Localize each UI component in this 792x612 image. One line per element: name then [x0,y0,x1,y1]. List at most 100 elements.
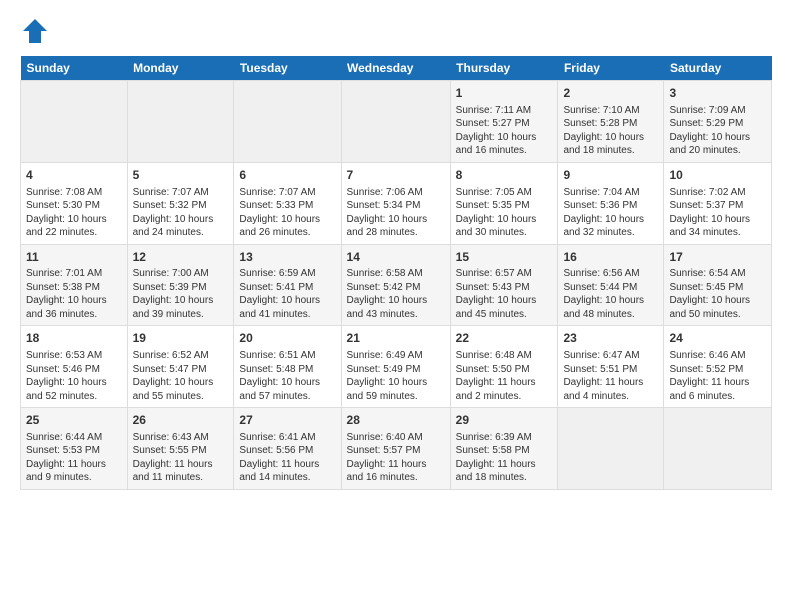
col-header-saturday: Saturday [664,56,772,81]
day-number: 13 [239,249,335,266]
calendar-cell: 12Sunrise: 7:00 AM Sunset: 5:39 PM Dayli… [127,244,234,326]
day-number: 18 [26,330,122,347]
day-info: Sunrise: 6:53 AM Sunset: 5:46 PM Dayligh… [26,349,122,403]
day-info: Sunrise: 7:09 AM Sunset: 5:29 PM Dayligh… [669,104,766,158]
day-number: 21 [347,330,445,347]
col-header-monday: Monday [127,56,234,81]
day-number: 8 [456,167,553,184]
day-info: Sunrise: 6:46 AM Sunset: 5:52 PM Dayligh… [669,349,766,403]
day-number: 11 [26,249,122,266]
calendar-cell: 24 Sunrise: 6:46 AM Sunset: 5:52 PM Dayli… [664,326,772,408]
day-number: 19 [133,330,229,347]
day-number: 5 [133,167,229,184]
day-number: 2 [563,85,658,102]
calendar-cell [234,81,341,163]
calendar-cell: 26 Sunrise: 6:43 AM Sunset: 5:55 PM Dayli… [127,408,234,490]
header-row: SundayMondayTuesdayWednesdayThursdayFrid… [21,56,772,81]
calendar-cell: 4 Sunrise: 7:08 AM Sunset: 5:30 PM Daylig… [21,162,128,244]
day-number: 14 [347,249,445,266]
calendar-cell [127,81,234,163]
calendar-cell: 22Sunrise: 6:48 AM Sunset: 5:50 PM Dayli… [450,326,558,408]
day-info: Sunrise: 7:04 AM Sunset: 5:36 PM Dayligh… [563,186,658,240]
calendar-cell: 18 Sunrise: 6:53 AM Sunset: 5:46 PM Dayli… [21,326,128,408]
day-info: Sunrise: 7:01 AM Sunset: 5:38 PM Dayligh… [26,267,122,321]
day-number: 23 [563,330,658,347]
calendar-cell: 15Sunrise: 6:57 AM Sunset: 5:43 PM Dayli… [450,244,558,326]
day-info: Sunrise: 7:07 AM Sunset: 5:32 PM Dayligh… [133,186,229,240]
day-number: 7 [347,167,445,184]
calendar-cell: 5 Sunrise: 7:07 AM Sunset: 5:32 PM Daylig… [127,162,234,244]
calendar-cell: 1 Sunrise: 7:11 AM Sunset: 5:27 PM Daylig… [450,81,558,163]
calendar-cell: 17Sunrise: 6:54 AM Sunset: 5:45 PM Dayli… [664,244,772,326]
col-header-thursday: Thursday [450,56,558,81]
calendar-cell: 23Sunrise: 6:47 AM Sunset: 5:51 PM Dayli… [558,326,664,408]
calendar-cell: 19 Sunrise: 6:52 AM Sunset: 5:47 PM Dayli… [127,326,234,408]
day-info: Sunrise: 7:06 AM Sunset: 5:34 PM Dayligh… [347,186,445,240]
calendar-cell: 14Sunrise: 6:58 AM Sunset: 5:42 PM Dayli… [341,244,450,326]
calendar-cell: 20Sunrise: 6:51 AM Sunset: 5:48 PM Dayli… [234,326,341,408]
day-info: Sunrise: 6:57 AM Sunset: 5:43 PM Dayligh… [456,267,553,321]
day-info: Sunrise: 6:39 AM Sunset: 5:58 PM Dayligh… [456,431,553,485]
week-row-5: 25 Sunrise: 6:44 AM Sunset: 5:53 PM Dayli… [21,408,772,490]
day-number: 25 [26,412,122,429]
logo-icon [20,16,50,46]
day-number: 28 [347,412,445,429]
day-number: 3 [669,85,766,102]
day-number: 10 [669,167,766,184]
calendar-cell: 16Sunrise: 6:56 AM Sunset: 5:44 PM Dayli… [558,244,664,326]
day-info: Sunrise: 7:08 AM Sunset: 5:30 PM Dayligh… [26,186,122,240]
day-info: Sunrise: 6:40 AM Sunset: 5:57 PM Dayligh… [347,431,445,485]
calendar-cell: 29 Sunrise: 6:39 AM Sunset: 5:58 PM Dayli… [450,408,558,490]
week-row-4: 18 Sunrise: 6:53 AM Sunset: 5:46 PM Dayli… [21,326,772,408]
day-info: Sunrise: 6:54 AM Sunset: 5:45 PM Dayligh… [669,267,766,321]
calendar-cell: 6Sunrise: 7:07 AM Sunset: 5:33 PM Daylig… [234,162,341,244]
calendar-cell: 7 Sunrise: 7:06 AM Sunset: 5:34 PM Daylig… [341,162,450,244]
day-number: 26 [133,412,229,429]
day-number: 9 [563,167,658,184]
day-info: Sunrise: 6:56 AM Sunset: 5:44 PM Dayligh… [563,267,658,321]
week-row-3: 11Sunrise: 7:01 AM Sunset: 5:38 PM Dayli… [21,244,772,326]
day-info: Sunrise: 6:44 AM Sunset: 5:53 PM Dayligh… [26,431,122,485]
calendar-cell [341,81,450,163]
calendar-cell: 25 Sunrise: 6:44 AM Sunset: 5:53 PM Dayli… [21,408,128,490]
calendar-cell: 9 Sunrise: 7:04 AM Sunset: 5:36 PM Daylig… [558,162,664,244]
page: SundayMondayTuesdayWednesdayThursdayFrid… [0,0,792,500]
day-info: Sunrise: 7:05 AM Sunset: 5:35 PM Dayligh… [456,186,553,240]
calendar-cell: 11Sunrise: 7:01 AM Sunset: 5:38 PM Dayli… [21,244,128,326]
calendar-cell: 27 Sunrise: 6:41 AM Sunset: 5:56 PM Dayli… [234,408,341,490]
day-number: 4 [26,167,122,184]
week-row-2: 4 Sunrise: 7:08 AM Sunset: 5:30 PM Daylig… [21,162,772,244]
calendar-table: SundayMondayTuesdayWednesdayThursdayFrid… [20,56,772,490]
day-number: 15 [456,249,553,266]
day-number: 1 [456,85,553,102]
day-info: Sunrise: 6:51 AM Sunset: 5:48 PM Dayligh… [239,349,335,403]
day-number: 29 [456,412,553,429]
logo [20,16,52,46]
day-number: 6 [239,167,335,184]
col-header-tuesday: Tuesday [234,56,341,81]
day-info: Sunrise: 6:41 AM Sunset: 5:56 PM Dayligh… [239,431,335,485]
col-header-sunday: Sunday [21,56,128,81]
day-info: Sunrise: 6:52 AM Sunset: 5:47 PM Dayligh… [133,349,229,403]
col-header-wednesday: Wednesday [341,56,450,81]
day-number: 16 [563,249,658,266]
calendar-cell: 2Sunrise: 7:10 AM Sunset: 5:28 PM Daylig… [558,81,664,163]
day-info: Sunrise: 6:43 AM Sunset: 5:55 PM Dayligh… [133,431,229,485]
day-info: Sunrise: 7:00 AM Sunset: 5:39 PM Dayligh… [133,267,229,321]
day-number: 27 [239,412,335,429]
day-info: Sunrise: 6:58 AM Sunset: 5:42 PM Dayligh… [347,267,445,321]
day-number: 24 [669,330,766,347]
calendar-cell [664,408,772,490]
day-info: Sunrise: 6:59 AM Sunset: 5:41 PM Dayligh… [239,267,335,321]
header [20,16,772,46]
calendar-cell: 3 Sunrise: 7:09 AM Sunset: 5:29 PM Daylig… [664,81,772,163]
calendar-cell [558,408,664,490]
day-info: Sunrise: 7:11 AM Sunset: 5:27 PM Dayligh… [456,104,553,158]
week-row-1: 1 Sunrise: 7:11 AM Sunset: 5:27 PM Daylig… [21,81,772,163]
calendar-cell: 10 Sunrise: 7:02 AM Sunset: 5:37 PM Dayli… [664,162,772,244]
day-number: 12 [133,249,229,266]
day-info: Sunrise: 7:02 AM Sunset: 5:37 PM Dayligh… [669,186,766,240]
day-number: 22 [456,330,553,347]
day-number: 17 [669,249,766,266]
calendar-cell: 8 Sunrise: 7:05 AM Sunset: 5:35 PM Daylig… [450,162,558,244]
